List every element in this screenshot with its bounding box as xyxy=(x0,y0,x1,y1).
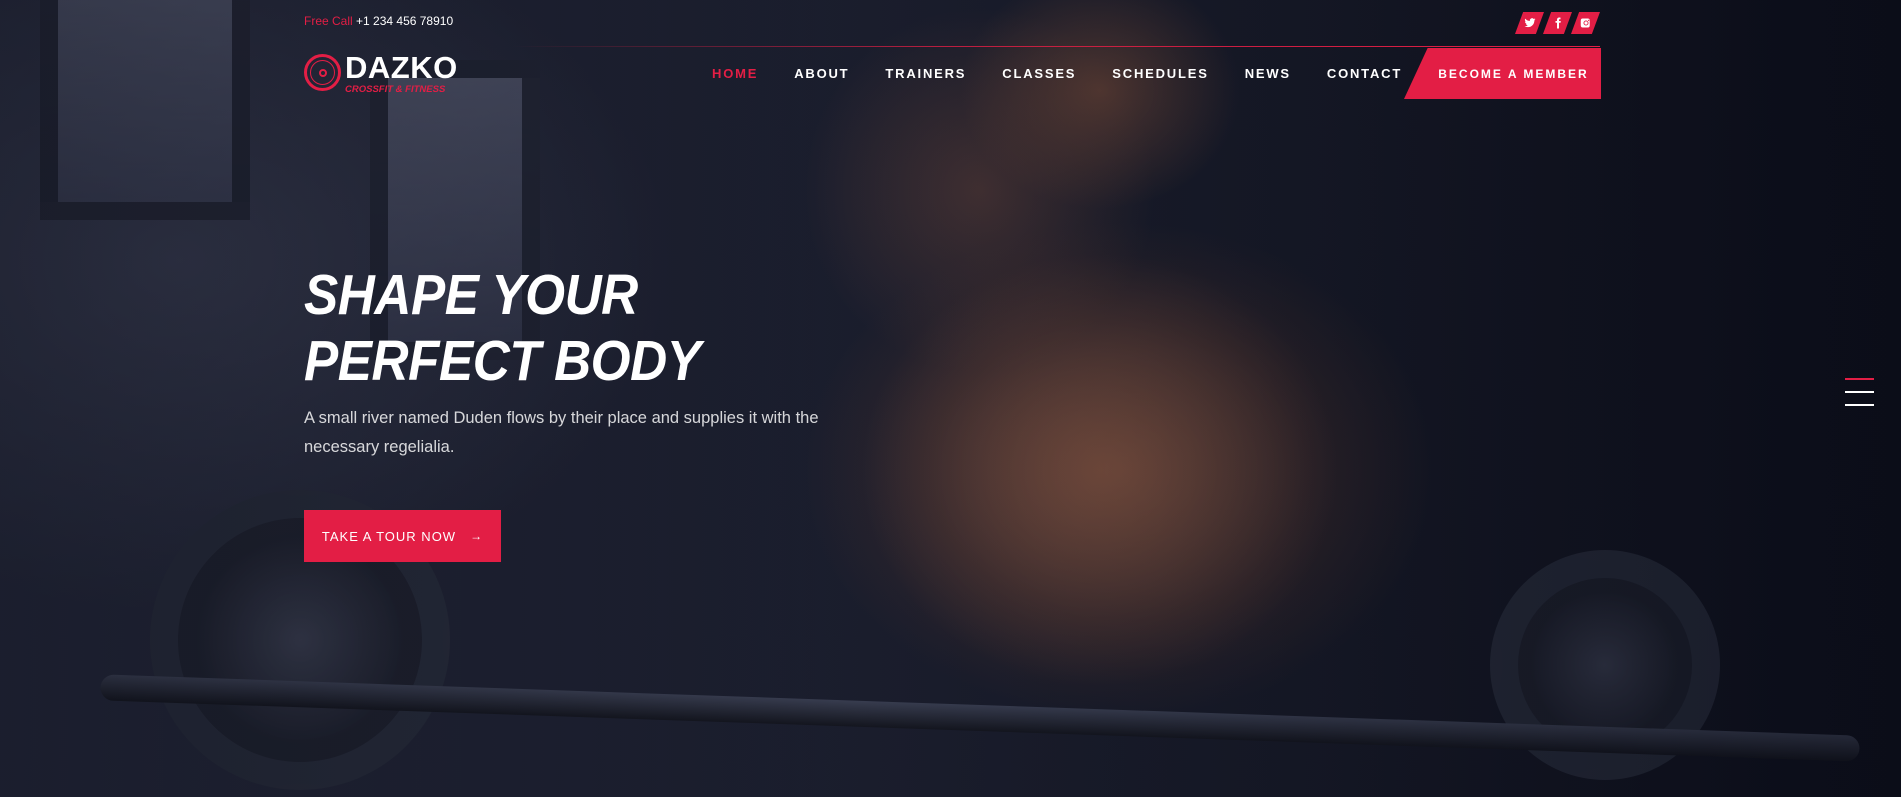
hero-title-line-2: PERFECT BODY xyxy=(304,329,701,393)
facebook-icon[interactable] xyxy=(1543,12,1572,34)
nav-item-trainers[interactable]: TRAINERS xyxy=(885,66,966,81)
phone-number[interactable]: +1 234 456 78910 xyxy=(356,14,453,28)
free-call-label: Free Call xyxy=(304,14,353,28)
nav-item-about[interactable]: ABOUT xyxy=(794,66,849,81)
main-nav: HOME ABOUT TRAINERS CLASSES SCHEDULES NE… xyxy=(712,66,1438,81)
hero-subtitle: A small river named Duden flows by their… xyxy=(304,409,819,456)
twitter-icon[interactable] xyxy=(1515,12,1544,34)
site-logo[interactable]: DAZKO CROSSFIT & FITNESS xyxy=(304,52,458,95)
hero-title: SHAPE YOUR PERFECT BODY xyxy=(304,262,701,394)
instagram-icon[interactable] xyxy=(1571,12,1600,34)
become-member-button[interactable]: BECOME A MEMBER xyxy=(1404,48,1601,99)
slider-dot-3[interactable] xyxy=(1845,404,1874,406)
header-divider xyxy=(512,46,1600,47)
topbar-phone: Free Call +1 234 456 78910 xyxy=(304,14,453,28)
social-links xyxy=(1515,12,1600,34)
nav-item-news[interactable]: NEWS xyxy=(1245,66,1291,81)
nav-item-schedules[interactable]: SCHEDULES xyxy=(1112,66,1208,81)
logo-name: DAZKO xyxy=(345,50,458,85)
logo-tagline: CROSSFIT & FITNESS xyxy=(345,84,446,95)
arrow-right-icon: → xyxy=(470,529,484,543)
hero-overlay xyxy=(0,0,1901,797)
nav-item-classes[interactable]: CLASSES xyxy=(1002,66,1076,81)
slider-dot-2[interactable] xyxy=(1845,391,1874,393)
take-tour-label: TAKE A TOUR NOW xyxy=(321,528,457,544)
slider-dot-1[interactable] xyxy=(1845,378,1874,380)
logo-icon xyxy=(304,54,341,91)
nav-item-home[interactable]: HOME xyxy=(712,66,758,81)
hero-title-line-1: SHAPE YOUR xyxy=(304,263,638,327)
hero-background-image xyxy=(0,0,1901,797)
take-tour-button[interactable]: TAKE A TOUR NOW → xyxy=(304,510,501,562)
slider-indicator xyxy=(1845,378,1874,417)
nav-item-contact[interactable]: CONTACT xyxy=(1327,66,1402,81)
